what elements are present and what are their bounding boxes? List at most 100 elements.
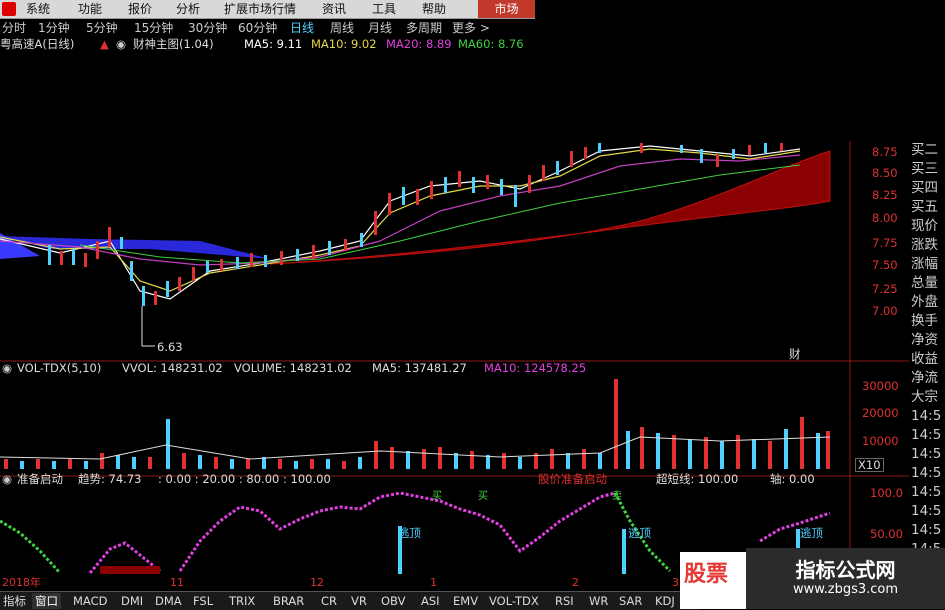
quote-panel-label: 买二 xyxy=(911,142,938,158)
period-intraday[interactable]: 分时 xyxy=(2,20,26,36)
indicator-tab-bar: 指标 窗口 MACD DMI DMA FSL TRIX BRAR CR VR OBV ASI EMV VO… xyxy=(0,591,700,610)
watermark-logo-right: 指标公式网 www.zbgs3.com xyxy=(746,548,945,609)
indicator-title-bar: ◉ 准备启动 趋势: 74.73 : 0.00 : 20.00 : 80.00 … xyxy=(0,472,850,488)
period-60min[interactable]: 60分钟 xyxy=(238,20,277,36)
cai-label: 财 xyxy=(789,347,801,361)
period-more[interactable]: 更多 > xyxy=(452,20,490,36)
ma20-label: MA20: 8.89 xyxy=(386,37,452,51)
menu-item-help[interactable]: 帮助 xyxy=(422,1,446,17)
watermark-left-text: 股票 xyxy=(684,562,729,587)
quote-panel-label: 14:5 xyxy=(911,484,942,500)
menu-item-quote[interactable]: 报价 xyxy=(128,1,152,17)
market-button[interactable]: 市场 xyxy=(478,0,535,18)
period-daily[interactable]: 日线 xyxy=(290,20,314,36)
tab-obv[interactable]: OBV xyxy=(378,593,408,609)
quote-panel-label: 总量 xyxy=(911,275,938,291)
period-30min[interactable]: 30分钟 xyxy=(188,20,227,36)
volume-tick: 10000 xyxy=(862,434,899,448)
quote-panel-label: 净流 xyxy=(911,370,938,386)
menu-bar: 系统 功能 报价 分析 扩展市场行情 资讯 工具 帮助 市场 xyxy=(0,0,535,19)
price-tick: 8.75 xyxy=(872,145,898,159)
ma5-line xyxy=(0,145,801,300)
candles xyxy=(48,143,783,306)
period-multi[interactable]: 多周期 xyxy=(406,20,442,36)
buy-tag: 买 xyxy=(478,491,488,502)
volume-title-bar: ◉ VOL-TDX(5,10) VVOL: 148231.02 VOLUME: … xyxy=(0,361,850,377)
period-1min[interactable]: 1分钟 xyxy=(38,20,70,36)
menu-item-function[interactable]: 功能 xyxy=(78,1,102,17)
price-tick: 7.75 xyxy=(872,236,898,250)
period-bar: 分时 1分钟 5分钟 15分钟 30分钟 60分钟 日线 周线 月线 多周期 更… xyxy=(0,19,535,37)
chevron-down-icon[interactable]: ◉ xyxy=(2,472,12,487)
arrow-up-icon[interactable]: ▲ xyxy=(100,37,109,52)
left-band xyxy=(0,236,270,259)
tab-emv[interactable]: EMV xyxy=(450,593,481,609)
indicator-tick: 100.0 xyxy=(870,486,903,500)
indicator-values: : 0.00 : 20.00 : 80.00 : 100.00 xyxy=(158,472,331,486)
quote-panel-label: 大宗 xyxy=(911,389,938,405)
quote-panel-label: 换手 xyxy=(911,313,938,329)
tab-trix[interactable]: TRIX xyxy=(226,593,258,609)
tab-cr[interactable]: CR xyxy=(318,593,340,609)
menu-item-news[interactable]: 资讯 xyxy=(322,1,346,17)
date-label: 11 xyxy=(170,576,184,589)
tab-wr[interactable]: WR xyxy=(586,593,611,609)
escape-top-label: 逃顶 xyxy=(628,526,651,540)
quote-panel: 买二 买三 买四 买五 现价 涨跌 涨幅 总量 外盘 换手 净资 收益 净流 大宗 14:5 14:5 14:5… xyxy=(909,141,945,609)
quote-panel-label: 买三 xyxy=(911,161,938,177)
indicator-tick: 50.00 xyxy=(870,527,903,541)
quote-panel-label: 14:5 xyxy=(911,427,942,443)
menu-item-extended-market[interactable]: 扩展市场行情 xyxy=(224,1,296,17)
chart-title-bar: 粤高速A(日线) ▲ ◉ 财神主图(1.04) MA5: 9.11 MA10: … xyxy=(0,37,535,53)
escape-top-label: 逃顶 xyxy=(800,526,823,540)
period-monthly[interactable]: 月线 xyxy=(368,20,392,36)
date-label: 3 xyxy=(672,576,679,589)
ma5-label: MA5: 9.11 xyxy=(244,37,303,51)
price-tick: 8.25 xyxy=(872,188,898,202)
tab-vr[interactable]: VR xyxy=(348,593,370,609)
tab-asi[interactable]: ASI xyxy=(418,593,443,609)
low-price-label: 6.63 xyxy=(157,340,183,354)
tab-vol-tdx[interactable]: VOL-TDX xyxy=(486,593,542,609)
vol-ma10-label: MA10: 124578.25 xyxy=(484,361,587,375)
tab-macd[interactable]: MACD xyxy=(70,593,110,609)
tab-kdj[interactable]: KDJ xyxy=(652,593,678,609)
vol-ma5-label: MA5: 137481.27 xyxy=(372,361,467,375)
period-5min[interactable]: 5分钟 xyxy=(86,20,118,36)
tab-fsl[interactable]: FSL xyxy=(190,593,216,609)
volume-tick: 20000 xyxy=(862,406,899,420)
quote-panel-label: 14:5 xyxy=(911,503,942,519)
quote-panel-label: 净资 xyxy=(911,332,938,348)
tab-sar[interactable]: SAR xyxy=(616,593,645,609)
date-label: 1 xyxy=(430,576,437,589)
period-15min[interactable]: 15分钟 xyxy=(134,20,173,36)
volume-indicator-name[interactable]: VOL-TDX(5,10) xyxy=(17,361,101,376)
chevron-down-icon[interactable]: ◉ xyxy=(116,37,126,52)
indicator-title[interactable]: 财神主图(1.04) xyxy=(133,37,214,52)
quote-panel-label: 收益 xyxy=(911,351,938,367)
quote-panel-label: 14:5 xyxy=(911,446,942,462)
tab-dmi[interactable]: DMI xyxy=(118,593,146,609)
tab--[interactable]: 指标 xyxy=(0,593,29,609)
tab--[interactable]: 窗口 xyxy=(32,593,61,609)
vvol-label: VVOL: 148231.02 xyxy=(122,361,223,375)
tab-rsi[interactable]: RSI xyxy=(552,593,577,609)
quote-panel-label: 14:5 xyxy=(911,522,942,538)
menu-item-system[interactable]: 系统 xyxy=(26,1,50,17)
watermark-logo-left: 股票 xyxy=(680,552,746,609)
trend-label: 趋势: 74.73 xyxy=(78,472,142,486)
quote-panel-label: 14:5 xyxy=(911,408,942,424)
price-tick: 7.50 xyxy=(872,258,898,272)
menu-item-analysis[interactable]: 分析 xyxy=(176,1,200,17)
tab-dma[interactable]: DMA xyxy=(152,593,185,609)
buy-tag: 买 xyxy=(432,491,442,502)
tab-brar[interactable]: BRAR xyxy=(270,593,307,609)
volume-bars xyxy=(4,379,830,469)
main-chart[interactable] xyxy=(0,141,909,576)
escape-top-label: 逃顶 xyxy=(398,526,421,540)
period-weekly[interactable]: 周线 xyxy=(330,20,354,36)
indicator-name[interactable]: 准备启动 xyxy=(17,472,63,487)
stock-title: 粤高速A(日线) xyxy=(0,37,75,51)
menu-item-tools[interactable]: 工具 xyxy=(372,1,396,17)
chevron-down-icon[interactable]: ◉ xyxy=(2,361,12,376)
